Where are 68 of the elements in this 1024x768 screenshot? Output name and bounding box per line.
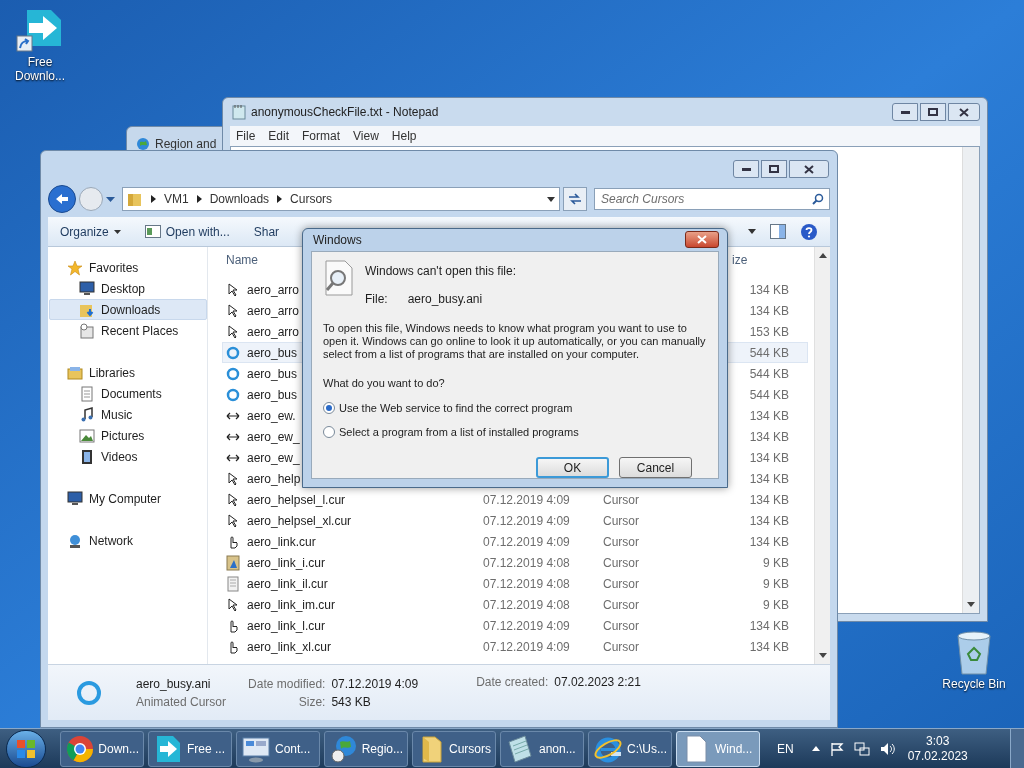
- file-name: aero_bus: [247, 386, 298, 404]
- file-name: aero_bus: [247, 344, 298, 362]
- file-type: Cursor: [603, 617, 640, 635]
- details-value: 543 KB: [331, 693, 372, 711]
- file-size: 544 KB: [748, 365, 789, 383]
- file-size: 134 KB: [748, 491, 789, 509]
- details-value: 07.02.2023 2:21: [554, 674, 641, 691]
- file-name: aero_link.cur: [247, 533, 316, 551]
- details-file-type: Animated Cursor: [136, 693, 227, 711]
- dialog-question: What do you want to do?: [323, 375, 446, 391]
- date-modified: 07.12.2019 4:09: [483, 533, 571, 551]
- date-modified: 07.12.2019 4:09: [483, 512, 571, 530]
- file-name: aero_ew_: [247, 428, 300, 446]
- file-size: 134 KB: [748, 449, 789, 467]
- file-name: aero_ew.: [247, 407, 296, 425]
- file-type: Cursor: [603, 596, 640, 614]
- file-size: 134 KB: [748, 302, 789, 320]
- file-size: 9 KB: [762, 554, 789, 572]
- file-size: 153 KB: [748, 323, 789, 341]
- date-modified: 07.12.2019 4:09: [483, 638, 571, 656]
- details-label: Size:: [297, 693, 326, 711]
- file-size: 134 KB: [748, 533, 789, 551]
- file-name: aero_bus: [247, 365, 298, 383]
- file-size: 134 KB: [748, 638, 789, 656]
- window-title: anonymousCheckFile.txt - Notepad: [251, 104, 439, 121]
- file-name: aero_ew_: [247, 449, 300, 467]
- file-size: 9 KB: [762, 575, 789, 593]
- details-value: 07.12.2019 4:09: [331, 675, 419, 693]
- file-name: aero_arro: [247, 323, 300, 341]
- file-size: 134 KB: [748, 407, 789, 425]
- file-type: Cursor: [603, 554, 640, 572]
- file-name: aero_helpsel_xl.cur: [247, 512, 352, 530]
- date-modified: 07.12.2019 4:08: [483, 596, 571, 614]
- date-modified: 07.12.2019 4:09: [483, 617, 571, 635]
- file-name: aero_link_il.cur: [247, 575, 328, 593]
- file-type: Cursor: [603, 512, 640, 530]
- date-modified: 07.12.2019 4:09: [483, 491, 571, 509]
- file-size: 544 KB: [748, 344, 789, 362]
- window-title: Region and: [155, 136, 217, 153]
- file-name: aero_arro: [247, 302, 300, 320]
- file-size: 9 KB: [762, 596, 789, 614]
- date-modified: 07.12.2019 4:08: [483, 554, 571, 572]
- file-size: 544 KB: [748, 386, 789, 404]
- file-name: aero_arro: [247, 281, 300, 299]
- file-name: aero_help: [247, 470, 301, 488]
- file-size: 134 KB: [748, 428, 789, 446]
- file-name: aero_link_l.cur: [247, 617, 326, 635]
- file-type: Cursor: [603, 638, 640, 656]
- details-label: Date created:: [476, 674, 549, 691]
- dialog-heading: Windows can't open this file:: [365, 262, 517, 280]
- file-size: 134 KB: [748, 281, 789, 299]
- file-name: aero_link_i.cur: [247, 554, 326, 572]
- file-type: Cursor: [603, 575, 640, 593]
- file-size: 134 KB: [748, 470, 789, 488]
- details-label: Date modified:: [248, 675, 326, 693]
- file-size: 134 KB: [748, 617, 789, 635]
- file-size: 134 KB: [748, 512, 789, 530]
- file-name: aero_link_xl.cur: [247, 638, 332, 656]
- file-type: Cursor: [603, 533, 640, 551]
- dialog-message: To open this file, Windows needs to know what program you want to use to open it. Windows can go online to look it up automatically, or you can manually select from a list of programs that are installed on your computer.: [323, 321, 707, 361]
- file-name: aero_link_im.cur: [247, 596, 336, 614]
- file-type: Cursor: [603, 491, 640, 509]
- file-label: File:: [365, 290, 388, 308]
- details-file-name: aero_busy.ani: [136, 675, 212, 693]
- file-name: aero_busy.ani: [407, 290, 483, 308]
- dialog-title: Windows: [313, 231, 362, 249]
- file-name: aero_helpsel_l.cur: [247, 491, 346, 509]
- date-modified: 07.12.2019 4:08: [483, 575, 571, 593]
